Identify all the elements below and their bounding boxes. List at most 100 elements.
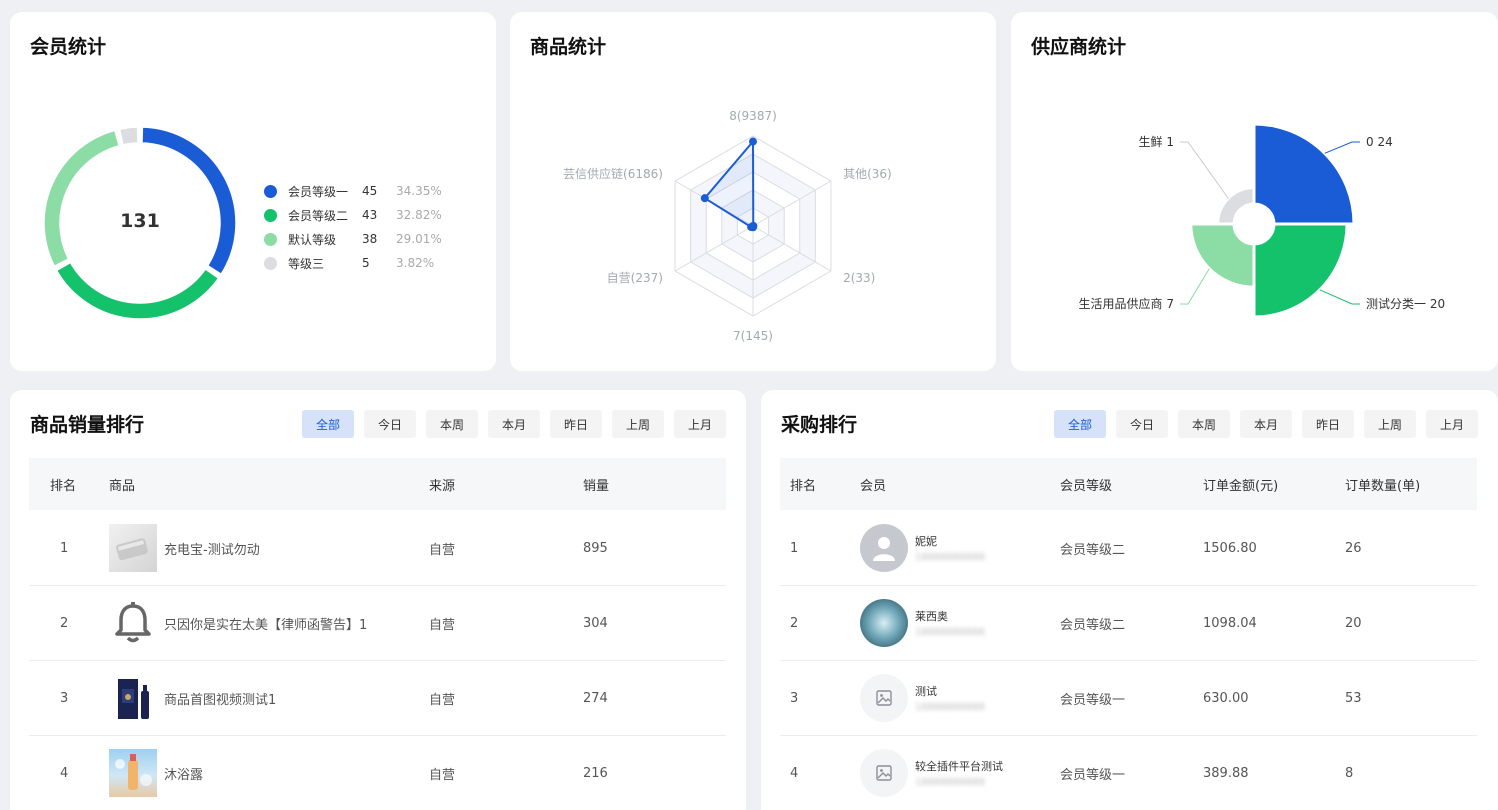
donut-slice[interactable]: [55, 261, 220, 320]
filter-last-month-button[interactable]: 上月: [674, 410, 726, 438]
goods-name[interactable]: 沐浴露: [164, 764, 203, 783]
legend-item[interactable]: 默认等级 38 29.01%: [264, 227, 442, 251]
donut-slice[interactable]: [118, 126, 139, 146]
member-name[interactable]: 妮妮: [915, 533, 985, 549]
goods-cell: 充电宝-测试勿动: [109, 524, 429, 572]
legend-dot-icon: [264, 256, 277, 270]
filter-all-button[interactable]: 全部: [1054, 410, 1106, 438]
legend-count: 38: [362, 232, 378, 246]
table-row[interactable]: 3 商品首图视频测试1 自营 274: [29, 661, 726, 736]
filter-this-month-button[interactable]: 本月: [1240, 410, 1292, 438]
rank-cell: 3: [790, 690, 799, 706]
filter-today-button[interactable]: 今日: [1116, 410, 1168, 438]
filter-yesterday-button[interactable]: 昨日: [1302, 410, 1354, 438]
table-row[interactable]: 4 沐浴露 自营 216: [29, 736, 726, 810]
filter-last-week-button[interactable]: 上周: [612, 410, 664, 438]
radar-point[interactable]: [747, 223, 756, 232]
goods-cell: 沐浴露: [109, 749, 429, 797]
column-header-goods[interactable]: 商品: [109, 475, 429, 494]
donut-slice[interactable]: [43, 129, 120, 267]
rose-slice[interactable]: [1252, 222, 1349, 319]
order-amount-cell: 1098.04: [1203, 615, 1257, 631]
order-count-cell: 26: [1345, 540, 1362, 556]
goods-cell: 商品首图视频测试1: [109, 674, 429, 722]
member-name[interactable]: 较全插件平台测试: [915, 758, 1003, 774]
legend-name: 会员等级一: [288, 184, 349, 199]
powerbank-thumb[interactable]: [109, 524, 157, 572]
column-header-order-count[interactable]: 订单数量(单): [1345, 475, 1475, 494]
goods-name[interactable]: 只因你是实在太美【律师函警告】1: [164, 614, 367, 633]
rose-label-line: [1180, 141, 1229, 199]
image-placeholder-avatar[interactable]: [860, 749, 908, 797]
supplier-stats-card: 供应商统计 0 24 测试分类一 20 生活用品供应商 7 生鲜 1: [1011, 12, 1498, 371]
legend-item[interactable]: 等级三 5 3.82%: [264, 251, 442, 275]
legend-item[interactable]: 会员等级二 43 32.82%: [264, 203, 442, 227]
member-name[interactable]: 莱西奥: [915, 608, 985, 624]
column-header-rank[interactable]: 排名: [29, 475, 109, 494]
table-row[interactable]: 2 只因你是实在太美【律师函警告】1 自营 304: [29, 586, 726, 661]
news-photo-avatar[interactable]: [860, 599, 908, 647]
legend-item[interactable]: 会员等级一 45 34.35%: [264, 179, 442, 203]
member-cell: 妮妮 18888888888: [860, 524, 1060, 572]
table-row[interactable]: 4 较全插件平台测试 18888888888 会员等级一 389.88 8: [780, 736, 1477, 810]
legend-percent: 3.82%: [396, 256, 435, 270]
radar-point[interactable]: [749, 137, 757, 146]
order-count-cell: 8: [1345, 765, 1354, 781]
member-phone: 18888888888: [915, 702, 985, 713]
radar-point[interactable]: [700, 194, 709, 203]
member-cell: 较全插件平台测试 18888888888: [860, 749, 1060, 797]
column-header-member[interactable]: 会员: [860, 475, 1060, 494]
column-header-sales[interactable]: 销量: [583, 475, 723, 494]
order-count-cell: 20: [1345, 615, 1362, 631]
liquor-box-thumb[interactable]: [109, 674, 157, 722]
source-cell: 自营: [429, 617, 456, 633]
filter-this-month-button[interactable]: 本月: [488, 410, 540, 438]
order-amount-cell: 389.88: [1203, 765, 1249, 781]
filter-yesterday-button[interactable]: 昨日: [550, 410, 602, 438]
donut-slice[interactable]: [141, 126, 237, 275]
legend-name: 会员等级二: [288, 208, 349, 223]
image-placeholder-avatar[interactable]: [860, 674, 908, 722]
member-name[interactable]: 测试: [915, 683, 985, 699]
filter-this-week-button[interactable]: 本周: [1178, 410, 1230, 438]
filter-all-button[interactable]: 全部: [302, 410, 354, 438]
column-header-source[interactable]: 来源: [429, 475, 583, 494]
shower-gel-thumb[interactable]: [109, 749, 157, 797]
rose-label: 生鲜 1: [1139, 135, 1174, 149]
legend-dot-icon: [264, 184, 277, 198]
table-row[interactable]: 1 妮妮 18888888888 会员等级二 1506.80 26: [780, 511, 1477, 586]
legend-count: 45: [362, 184, 378, 198]
goods-name[interactable]: 充电宝-测试勿动: [164, 539, 260, 558]
filter-last-month-button[interactable]: 上月: [1426, 410, 1478, 438]
filter-this-week-button[interactable]: 本周: [426, 410, 478, 438]
radar-axis-label: 2(33): [843, 271, 875, 285]
column-header-order-amount[interactable]: 订单金额(元): [1203, 475, 1345, 494]
sales-cell: 304: [583, 615, 608, 631]
member-total: 131: [120, 210, 160, 232]
column-header-member-level[interactable]: 会员等级: [1060, 475, 1203, 494]
radar-axis-label: 自营(237): [607, 271, 663, 285]
member-cell: 莱西奥 18888888888: [860, 599, 1060, 647]
member-stats-card: 会员统计 131 会员等级一 45 34.35% 会员等级二 43 32.82%…: [10, 12, 496, 371]
filter-last-week-button[interactable]: 上周: [1364, 410, 1416, 438]
rose-slice[interactable]: [1216, 186, 1256, 226]
table-row[interactable]: 1 充电宝-测试勿动 自营 895: [29, 511, 726, 586]
column-header-rank[interactable]: 排名: [780, 475, 860, 494]
rank-cell: 1: [60, 540, 69, 556]
default-user-avatar[interactable]: [860, 524, 908, 572]
member-level-cell: 会员等级二: [1060, 542, 1126, 558]
filter-today-button[interactable]: 今日: [364, 410, 416, 438]
rose-label-line: [1324, 141, 1360, 154]
table-row[interactable]: 3 测试 18888888888 会员等级一 630.00 53: [780, 661, 1477, 736]
rank-cell: 2: [790, 615, 799, 631]
legend-percent: 29.01%: [396, 232, 442, 246]
purchase-rank-card: 采购排行 全部 今日 本周 本月 昨日 上周 上月 排名 会员 会员等级 订单金…: [761, 390, 1498, 810]
rose-label-line: [1319, 289, 1360, 305]
source-cell: 自营: [429, 692, 456, 708]
source-cell: 自营: [429, 542, 456, 558]
table-row[interactable]: 2 莱西奥 18888888888 会员等级二 1098.04 20: [780, 586, 1477, 661]
rose-slice[interactable]: [1189, 222, 1256, 289]
rose-slice[interactable]: [1252, 122, 1356, 226]
bell-icon[interactable]: [109, 599, 157, 647]
goods-name[interactable]: 商品首图视频测试1: [164, 689, 276, 708]
